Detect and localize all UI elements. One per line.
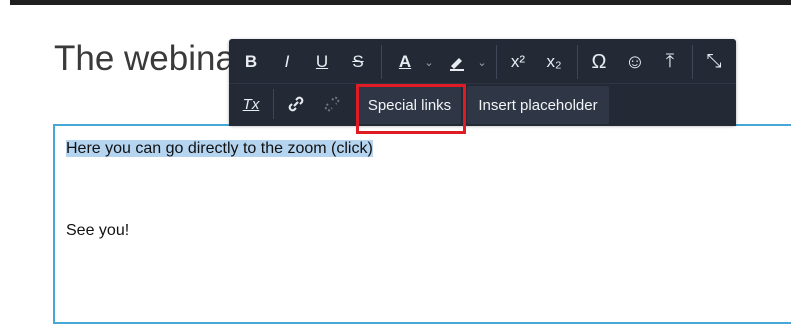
strikethrough-button[interactable]: S: [343, 48, 373, 76]
link-icon[interactable]: [280, 90, 312, 118]
toolbar-divider: [577, 45, 578, 79]
link-glyph: [288, 96, 304, 112]
chevron-down-icon[interactable]: ⌄: [474, 52, 490, 72]
clear-formatting-icon[interactable]: Tx: [236, 90, 266, 118]
collapse-icon[interactable]: ⤡: [698, 48, 730, 76]
highlight-icon[interactable]: [442, 48, 472, 76]
subscript-button[interactable]: x₂: [538, 48, 570, 76]
marker-icon: [450, 58, 464, 71]
toolbar-divider: [381, 45, 382, 79]
toolbar-divider: [273, 89, 274, 119]
font-color-button[interactable]: A: [390, 48, 420, 76]
italic-button[interactable]: I: [272, 48, 302, 76]
font-color-label: A: [398, 52, 412, 71]
underline-button[interactable]: U: [307, 48, 337, 76]
selected-text[interactable]: Here you can go directly to the zoom (cl…: [66, 140, 373, 157]
toolbar-divider: [496, 45, 497, 79]
highlight-callout: [356, 84, 466, 134]
content-line-2[interactable]: See you!: [66, 221, 129, 241]
bold-button[interactable]: B: [236, 48, 266, 76]
emoji-icon[interactable]: ☺: [620, 48, 650, 76]
top-bar: [10, 0, 791, 5]
page-heading: The webina: [54, 39, 235, 78]
content-line-1[interactable]: Here you can go directly to the zoom (cl…: [66, 139, 373, 159]
superscript-button[interactable]: x²: [502, 48, 534, 76]
upload-icon[interactable]: ⤒: [655, 48, 685, 76]
unlink-glyph: [324, 96, 340, 112]
toolbar-divider: [692, 45, 693, 79]
unlink-icon: [316, 90, 348, 118]
chevron-down-icon[interactable]: ⌄: [421, 52, 437, 72]
special-character-icon[interactable]: Ω: [584, 48, 614, 76]
insert-placeholder-button[interactable]: Insert placeholder: [467, 86, 609, 124]
